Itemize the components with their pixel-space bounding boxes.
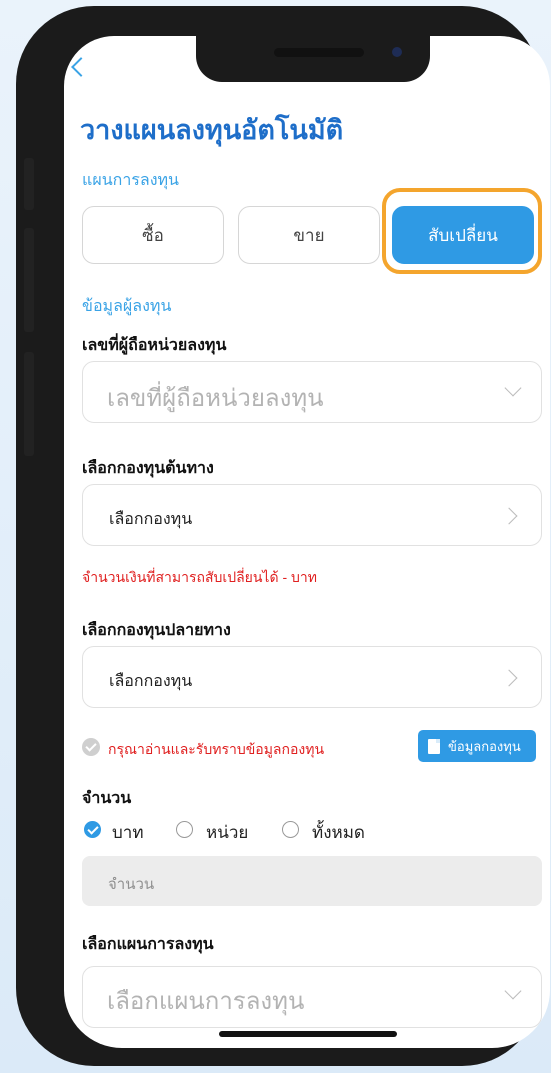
source-fund-select[interactable]: เลือกกองทุน: [82, 484, 542, 546]
amount-label: จำนวน: [82, 790, 132, 807]
phone-notch: [196, 36, 430, 82]
phone-frame: วางแผนลงทุนอัตโนมัติ แผนการลงทุน ซื้อ ขา…: [16, 6, 550, 1066]
chevron-down-icon: [504, 379, 522, 397]
camera: [392, 47, 402, 57]
radio-all[interactable]: [282, 821, 299, 838]
fund-info-button[interactable]: ข้อมูลกองทุน: [418, 730, 536, 762]
chevron-right-icon: [500, 669, 518, 687]
side-button: [24, 228, 34, 332]
plan-select-placeholder: เลือกแผนการลงทุน: [107, 988, 305, 1015]
speaker: [274, 48, 364, 57]
radio-baht-label[interactable]: บาท: [112, 819, 144, 846]
plan-select-label: เลือกแผนการลงทุน: [82, 936, 214, 953]
radio-unit-label[interactable]: หน่วย: [206, 819, 248, 846]
back-chevron-icon[interactable]: [71, 57, 91, 77]
amount-placeholder: จำนวน: [108, 876, 155, 893]
dest-fund-label: เลือกกองทุนปลายทาง: [82, 622, 231, 639]
tab-buy[interactable]: ซื้อ: [82, 206, 224, 264]
plan-section-label: แผนการลงทุน: [82, 172, 179, 189]
holder-number-select[interactable]: เลขที่ผู้ถือหน่วยลงทุน: [82, 361, 542, 423]
page-title: วางแผนลงทุนอัตโนมัติ: [80, 115, 344, 145]
source-fund-label: เลือกกองทุนต้นทาง: [82, 460, 214, 477]
source-fund-value: เลือกกองทุน: [109, 511, 193, 528]
dest-fund-select[interactable]: เลือกกองทุน: [82, 646, 542, 708]
plan-select[interactable]: เลือกแผนการลงทุน: [82, 966, 542, 1028]
holder-number-label: เลขที่ผู้ถือหน่วยลงทุน: [82, 337, 227, 354]
app-screen: วางแผนลงทุนอัตโนมัติ แผนการลงทุน ซื้อ ขา…: [64, 36, 550, 1048]
switch-amount-note: จำนวนเงินที่สามารถสับเปลี่ยนได้ - บาท: [82, 569, 317, 585]
investor-section-label: ข้อมูลผู้ลงทุน: [82, 298, 172, 315]
tab-sell[interactable]: ขาย: [238, 206, 380, 264]
radio-unit[interactable]: [176, 821, 193, 838]
holder-number-placeholder: เลขที่ผู้ถือหน่วยลงทุน: [107, 385, 324, 412]
document-icon: [428, 738, 440, 754]
fund-info-button-label: ข้อมูลกองทุน: [448, 738, 521, 754]
radio-baht[interactable]: [84, 821, 101, 838]
amount-input[interactable]: จำนวน: [82, 856, 542, 906]
chevron-right-icon: [500, 507, 518, 525]
radio-all-label[interactable]: ทั้งหมด: [312, 819, 365, 846]
tab-highlight-outline: [382, 188, 542, 274]
chevron-down-icon: [504, 982, 522, 1000]
side-button: [24, 158, 34, 210]
side-button: [24, 352, 34, 456]
dest-fund-value: เลือกกองทุน: [109, 673, 193, 690]
acknowledge-text[interactable]: กรุณาอ่านและรับทราบข้อมูลกองทุน: [108, 739, 324, 761]
acknowledge-checkbox[interactable]: [82, 738, 100, 756]
home-indicator[interactable]: [219, 1031, 397, 1037]
